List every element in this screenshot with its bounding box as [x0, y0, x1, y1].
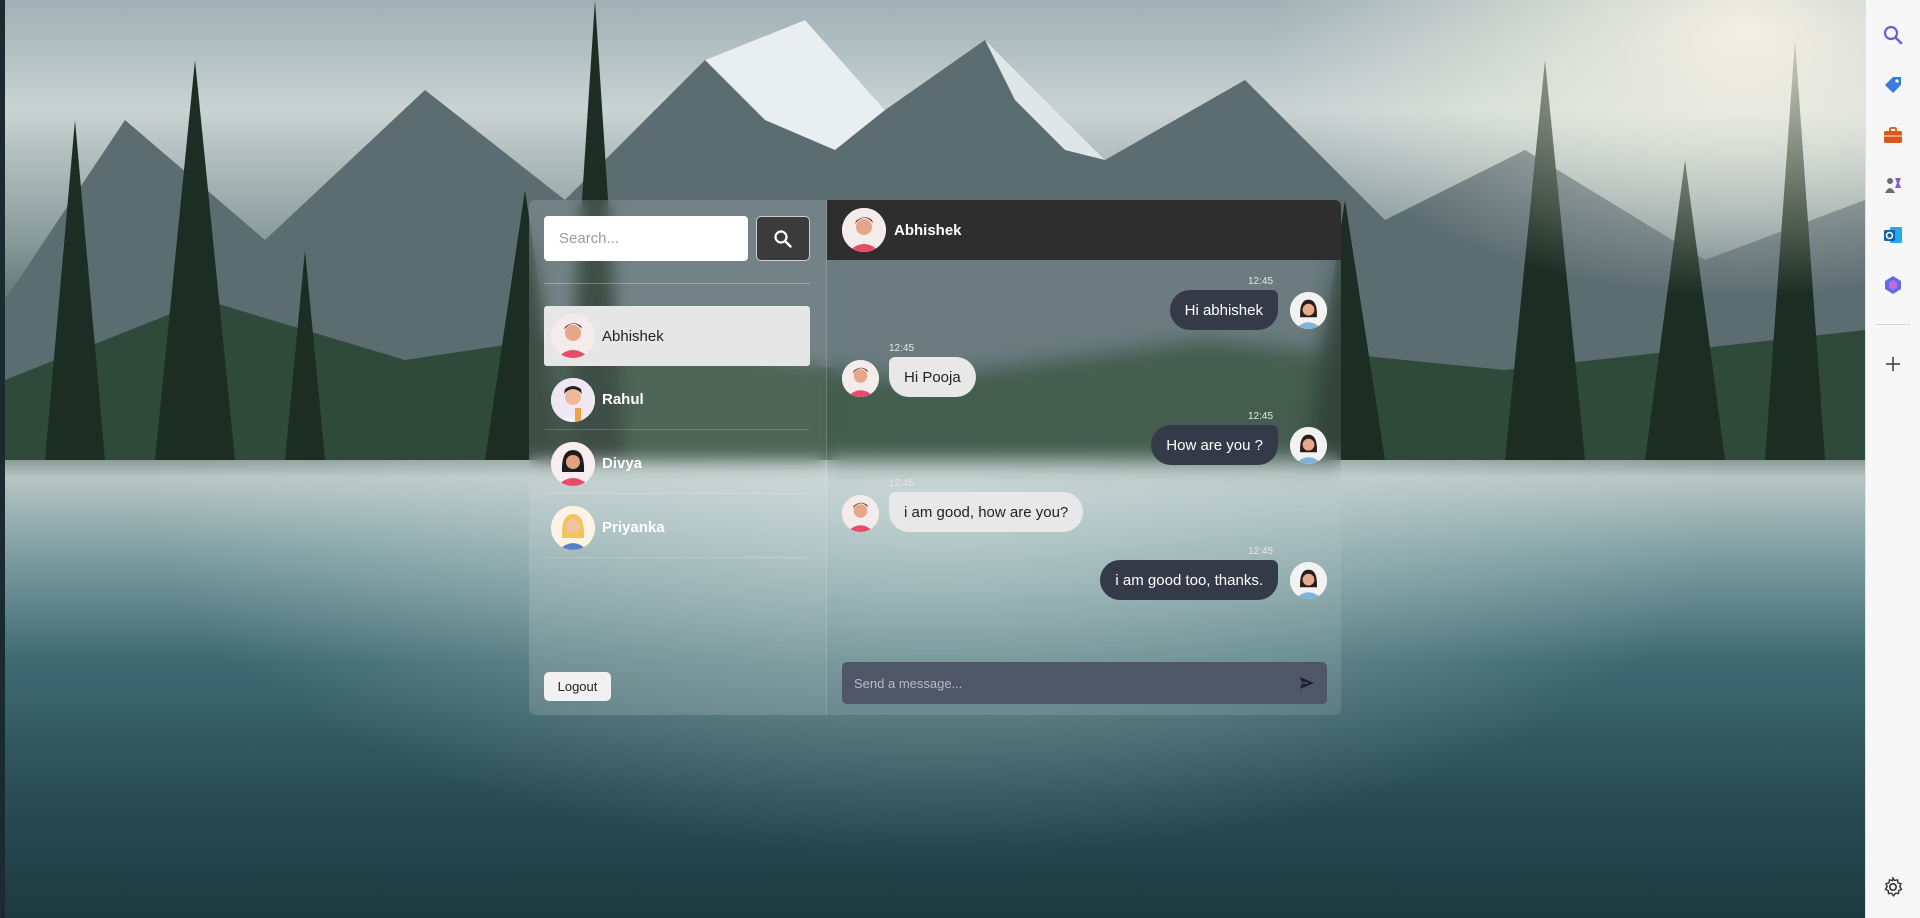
contact-name: Abhishek [602, 327, 664, 345]
send-button[interactable] [1287, 662, 1327, 704]
avatar [551, 505, 595, 550]
message-input[interactable] [842, 662, 1287, 704]
toolbox-icon [1884, 127, 1902, 143]
avatar [551, 377, 595, 422]
contacts-pane: Abhishek Rahul [529, 200, 826, 715]
message-bubble: Hi Pooja [889, 357, 976, 397]
sidebar-copilot-button[interactable] [1876, 268, 1910, 302]
sidebar-search-button[interactable] [1876, 18, 1910, 52]
avatar [1290, 562, 1327, 599]
avatar [1290, 292, 1327, 329]
sidebar-shopping-button[interactable] [1876, 68, 1910, 102]
chat-app: Abhishek Rahul [529, 200, 1341, 715]
chat-header: Abhishek [827, 200, 1341, 260]
search-icon [774, 229, 792, 248]
avatar [842, 208, 886, 252]
message-time: 12:45 [1248, 411, 1274, 422]
avatar [842, 360, 879, 397]
contact-priyanka[interactable]: Priyanka [544, 498, 810, 558]
message-bubble: How are you ? [1151, 425, 1278, 465]
message-time: 12:45 [889, 478, 915, 489]
contact-name: Priyanka [602, 519, 665, 536]
contact-abhishek[interactable]: Abhishek [544, 306, 810, 366]
contact-list: Abhishek Rahul Divya Priyanka [544, 306, 810, 562]
message-time: 12:45 [1248, 546, 1274, 557]
avatar [551, 314, 595, 358]
logout-button[interactable]: Logout [544, 672, 611, 701]
outlook-icon [1884, 227, 1902, 243]
search-input[interactable] [544, 216, 748, 261]
search-button[interactable] [756, 216, 810, 261]
sky-haze [1265, 0, 1865, 300]
contact-rahul[interactable]: Rahul [544, 370, 810, 430]
message-time: 12:45 [889, 343, 915, 354]
tag-icon [1885, 77, 1901, 93]
games-icon [1885, 178, 1901, 193]
message-bubble: i am good too, thanks. [1100, 560, 1278, 600]
copilot-icon [1885, 276, 1901, 294]
settings-icon [1884, 876, 1903, 897]
chat-header-name: Abhishek [894, 221, 962, 239]
search-divider [544, 283, 810, 284]
search-icon [1883, 25, 1903, 45]
avatar [1290, 427, 1327, 464]
sidebar-add-button[interactable] [1876, 347, 1910, 381]
message-bubble: Hi abhishek [1169, 290, 1278, 330]
add-icon [1886, 357, 1900, 371]
sidebar-games-button[interactable] [1876, 168, 1910, 202]
message-bubble: i am good, how are you? [889, 492, 1084, 532]
search-row [544, 216, 810, 261]
contact-name: Rahul [602, 391, 644, 408]
contact-divya[interactable]: Divya [544, 434, 810, 494]
message-composer [842, 662, 1327, 704]
sidebar-outlook-button[interactable] [1876, 218, 1910, 252]
avatar [551, 441, 595, 486]
contact-name: Divya [602, 455, 643, 472]
sidebar-divider [1876, 324, 1910, 325]
conversation-pane: Abhishek 12:45 Hi abhishek 12:45 Hi Pooj… [826, 200, 1341, 715]
send-icon [1300, 677, 1314, 689]
sidebar-tools-button[interactable] [1876, 118, 1910, 152]
sidebar-settings-button[interactable] [1876, 870, 1910, 904]
avatar [842, 495, 879, 532]
message-time: 12:45 [1248, 276, 1274, 287]
browser-sidebar [1865, 0, 1920, 918]
